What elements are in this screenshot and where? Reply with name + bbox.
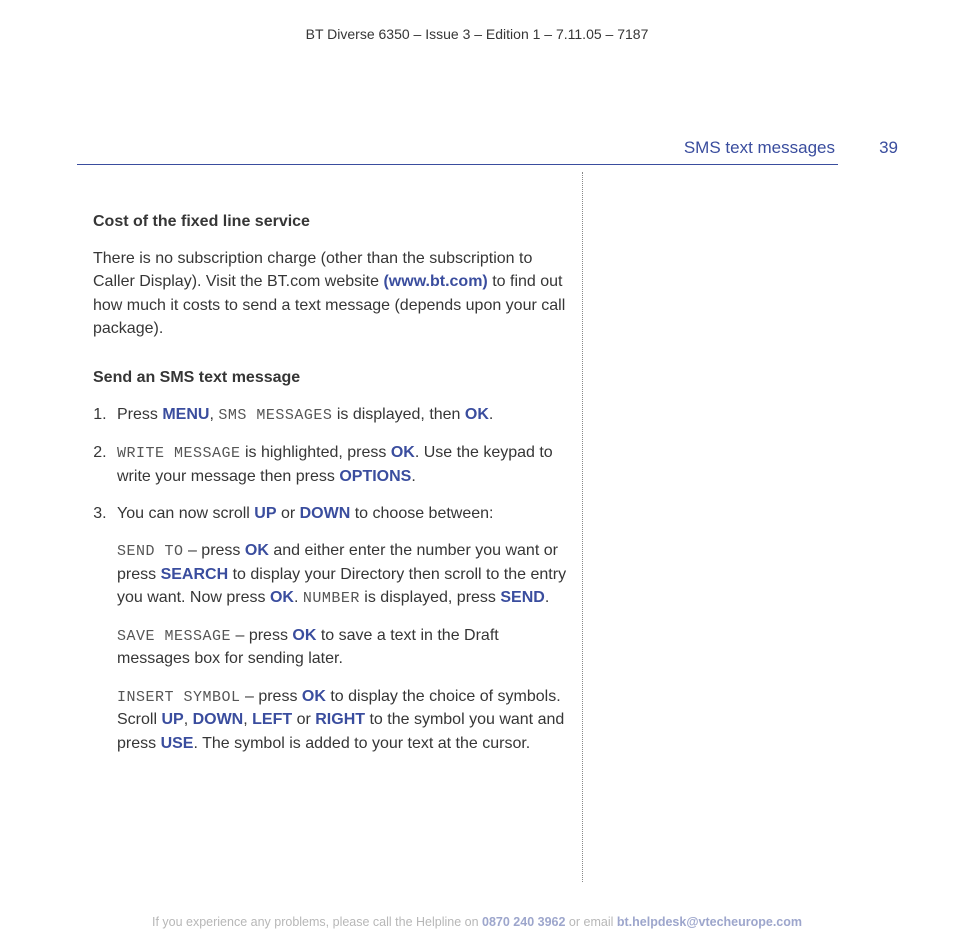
heading-send-sms: Send an SMS text message xyxy=(93,366,573,389)
lcd-number: NUMBER xyxy=(303,590,360,607)
lcd-insert-symbol: INSERT SYMBOL xyxy=(117,689,241,706)
lcd-send-to: SEND TO xyxy=(117,543,184,560)
paragraph-cost: There is no subscription charge (other t… xyxy=(93,247,573,340)
key-ok: OK xyxy=(292,627,316,644)
key-right: RIGHT xyxy=(315,711,365,728)
helpline-email: bt.helpdesk@vtecheurope.com xyxy=(617,915,802,929)
column-divider xyxy=(582,172,583,882)
step-2: WRITE MESSAGE is highlighted, press OK. … xyxy=(111,441,573,488)
key-search: SEARCH xyxy=(161,566,229,583)
manual-page: BT Diverse 6350 – Issue 3 – Edition 1 – … xyxy=(0,0,954,951)
key-ok: OK xyxy=(302,688,326,705)
key-use: USE xyxy=(161,735,194,752)
step-3: You can now scroll UP or DOWN to choose … xyxy=(111,502,573,755)
step-1: Press MENU, SMS MESSAGES is displayed, t… xyxy=(111,403,573,427)
steps-list: Press MENU, SMS MESSAGES is displayed, t… xyxy=(93,403,573,755)
key-ok: OK xyxy=(245,542,269,559)
key-up: UP xyxy=(254,505,276,522)
footer-helpline: If you experience any problems, please c… xyxy=(0,915,954,929)
main-content: Cost of the fixed line service There is … xyxy=(93,210,573,769)
option-save-message: SAVE MESSAGE – press OK to save a text i… xyxy=(117,624,573,671)
key-ok: OK xyxy=(391,444,415,461)
key-ok: OK xyxy=(270,589,294,606)
page-number: 39 xyxy=(879,138,898,158)
option-insert-symbol: INSERT SYMBOL – press OK to display the … xyxy=(117,685,573,755)
key-left: LEFT xyxy=(252,711,292,728)
key-send: SEND xyxy=(500,589,544,606)
link-bt-com[interactable]: (www.bt.com) xyxy=(383,273,487,290)
lcd-save-message: SAVE MESSAGE xyxy=(117,628,231,645)
key-up: UP xyxy=(161,711,183,728)
section-title: SMS text messages xyxy=(684,138,835,158)
helpline-phone: 0870 240 3962 xyxy=(482,915,565,929)
key-options: OPTIONS xyxy=(339,468,411,485)
document-id: BT Diverse 6350 – Issue 3 – Edition 1 – … xyxy=(0,26,954,42)
lcd-write-message: WRITE MESSAGE xyxy=(117,445,241,462)
key-ok: OK xyxy=(465,406,489,423)
lcd-sms-messages: SMS MESSAGES xyxy=(218,407,332,424)
key-down: DOWN xyxy=(193,711,244,728)
key-menu: MENU xyxy=(162,406,209,423)
key-down: DOWN xyxy=(300,505,351,522)
option-send-to: SEND TO – press OK and either enter the … xyxy=(117,539,573,610)
heading-cost: Cost of the fixed line service xyxy=(93,210,573,233)
header-rule xyxy=(77,164,838,165)
